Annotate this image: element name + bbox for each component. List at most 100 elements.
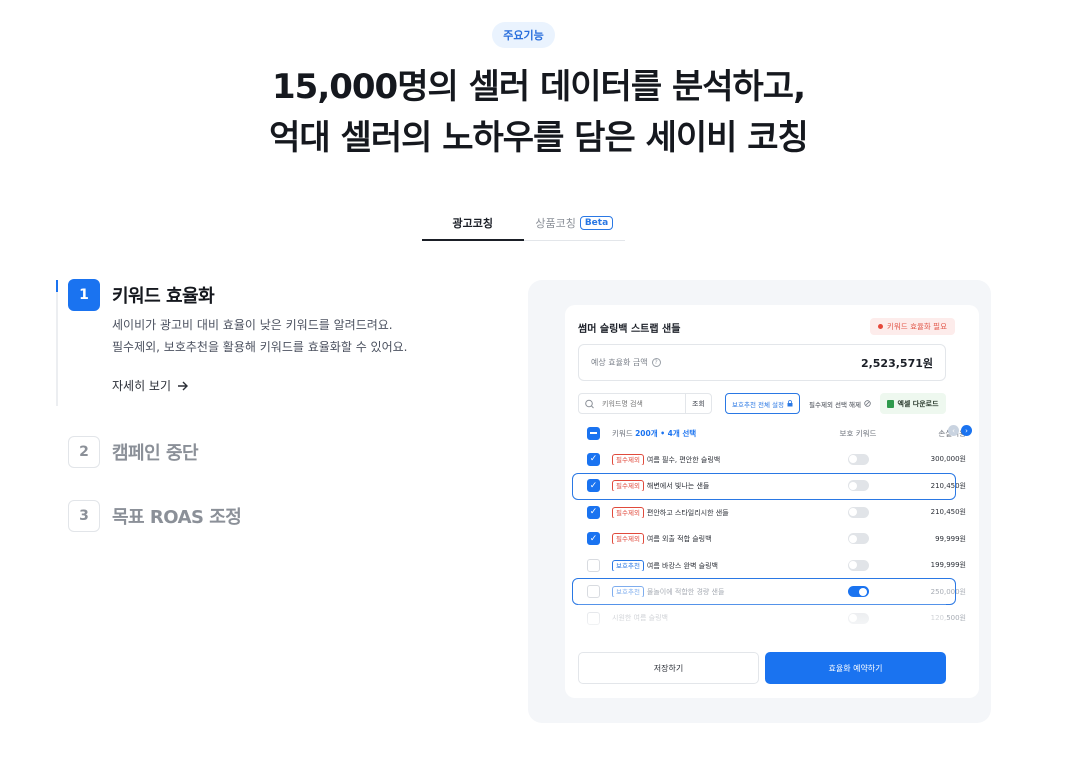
protect-toggle[interactable] bbox=[847, 612, 869, 624]
keyword-tag: 필수제외 bbox=[612, 453, 644, 465]
table-row[interactable]: ✓ 필수제외 여름 외출 적합 슬링백 99,999원 bbox=[578, 526, 966, 553]
coaching-tabs: 광고코칭 상품코칭 Beta bbox=[422, 205, 625, 241]
row-keyword: 보호추천 여름 바캉스 완벽 슬링백 bbox=[612, 559, 802, 571]
header-protect: 보호 키워드 bbox=[839, 428, 877, 438]
table-header: 키워드 200개 • 4개 선택 보호 키워드 손실비용 bbox=[578, 420, 966, 446]
row-checkbox[interactable]: ✓ bbox=[587, 532, 600, 546]
row-checkbox[interactable]: ✓ bbox=[587, 505, 600, 519]
search-button[interactable]: 조회 bbox=[685, 394, 711, 413]
lock-icon bbox=[787, 400, 793, 407]
reserve-optimization-button[interactable]: 효율화 예약하기 bbox=[765, 652, 946, 684]
select-all-checkbox[interactable] bbox=[587, 426, 600, 440]
protect-toggle-cell bbox=[802, 453, 914, 465]
step-3[interactable]: 3 목표 ROAS 조정 bbox=[68, 500, 242, 532]
page-headline: 15,000명의 셀러 데이터를 분석하고, 억대 셀러의 노하우를 담은 세이… bbox=[0, 62, 1077, 164]
cost-label: 예상 효율화 금액 ? bbox=[591, 357, 661, 368]
search-icon bbox=[585, 399, 594, 408]
beta-badge: Beta bbox=[579, 215, 614, 230]
excel-download-button[interactable]: 엑셀 다운로드 bbox=[880, 393, 946, 414]
row-amount: 210,450원 bbox=[930, 508, 966, 517]
keyword-text: 여름 외출 적합 슬링백 bbox=[646, 535, 712, 544]
see-more-link[interactable]: 자세히 보기 bbox=[112, 377, 189, 394]
row-keyword: 필수제외 편안하고 스타일리시한 샌들 bbox=[612, 506, 802, 518]
keyword-tag: 필수제외 bbox=[612, 506, 644, 518]
excel-download-label: 엑셀 다운로드 bbox=[897, 399, 939, 408]
step-1-description: 세이비가 광고비 대비 효율이 낮은 키워드를 알려드려요. 필수제외, 보호추… bbox=[112, 314, 407, 358]
table-row[interactable]: 보호추천 여름 바캉스 완벽 슬링백 199,999원 bbox=[578, 552, 966, 579]
row-amount: 199,999원 bbox=[930, 561, 966, 570]
reset-icon bbox=[864, 400, 871, 407]
keyword-text: 여름 필수, 편안한 슬링백 bbox=[646, 455, 721, 464]
table-row[interactable]: 시원한 여름 슬링백 120,500원 bbox=[578, 605, 966, 632]
estimated-savings-box: 예상 효율화 금액 ? 2,523,571원 bbox=[578, 344, 946, 381]
protect-toggle[interactable] bbox=[847, 533, 869, 545]
protect-toggle-cell bbox=[802, 559, 914, 571]
step-progress-line bbox=[56, 280, 58, 406]
protect-toggle[interactable] bbox=[847, 559, 869, 571]
table-row[interactable]: ✓ 필수제외 여름 필수, 편안한 슬링백 300,000원 bbox=[578, 446, 966, 473]
chevron-left-icon[interactable]: ‹ bbox=[948, 425, 959, 436]
table-row[interactable]: ✓ 필수제외 편안하고 스타일리시한 샌들 210,450원 bbox=[578, 499, 966, 526]
keyword-text: 편안하고 스타일리시한 샌들 bbox=[646, 508, 729, 517]
step-number: 1 bbox=[68, 279, 100, 311]
protect-all-button[interactable]: 보호추천 전체 설정 bbox=[725, 393, 800, 414]
keyword-search: 조회 bbox=[578, 393, 712, 414]
tab-ad-coaching[interactable]: 광고코칭 bbox=[422, 205, 524, 241]
row-keyword: 필수제외 여름 외출 적합 슬링백 bbox=[612, 533, 802, 545]
header-keyword-count: 200개 • 4개 선택 bbox=[635, 428, 697, 438]
product-title: 썸머 슬링백 스트랩 샌들 bbox=[578, 324, 681, 335]
step-title: 목표 ROAS 조정 bbox=[112, 507, 242, 528]
protect-toggle-cell bbox=[802, 533, 914, 545]
row-checkbox[interactable] bbox=[587, 611, 600, 625]
clear-must-exclude-label: 필수제외 선택 해제 bbox=[809, 400, 861, 409]
step-number: 2 bbox=[68, 436, 100, 468]
warning-dot-icon bbox=[878, 324, 883, 329]
excel-icon bbox=[887, 399, 895, 408]
save-button[interactable]: 저장하기 bbox=[578, 652, 759, 684]
protect-toggle[interactable] bbox=[847, 453, 869, 465]
warning-badge: 키워드 효율화 필요 bbox=[870, 318, 955, 335]
step-progress-indicator bbox=[56, 280, 58, 292]
clear-must-exclude-button[interactable]: 필수제외 선택 해제 bbox=[806, 393, 874, 414]
warning-label: 키워드 효율화 필요 bbox=[887, 322, 947, 331]
protect-toggle[interactable] bbox=[847, 506, 869, 518]
arrow-right-icon bbox=[178, 381, 189, 390]
row-keyword: 필수제외 여름 필수, 편안한 슬링백 bbox=[612, 453, 802, 465]
header-keyword-prefix: 키워드 bbox=[612, 428, 633, 438]
keyword-text: 시원한 여름 슬링백 bbox=[612, 614, 668, 623]
keyword-tag: 필수제외 bbox=[612, 533, 644, 545]
tab-ad-coaching-label: 광고코칭 bbox=[452, 216, 493, 230]
keyword-tag: 보호추천 bbox=[612, 559, 644, 571]
headline-line-2: 억대 셀러의 노하우를 담은 세이비 코칭 bbox=[269, 118, 809, 158]
step-title: 키워드 효율화 bbox=[112, 286, 215, 307]
search-input[interactable] bbox=[598, 399, 685, 408]
protect-all-label: 보호추천 전체 설정 bbox=[732, 400, 784, 409]
scroll-controls: ‹ › bbox=[948, 425, 972, 436]
protect-toggle-cell bbox=[802, 612, 914, 624]
row-checkbox[interactable]: ✓ bbox=[587, 452, 600, 466]
keyword-text: 여름 바캉스 완벽 슬링백 bbox=[646, 561, 718, 570]
step-description-line: 세이비가 광고비 대비 효율이 낮은 키워드를 알려드려요. bbox=[112, 318, 393, 332]
step-1[interactable]: 1 키워드 효율화 bbox=[68, 279, 215, 311]
cost-label-text: 예상 효율화 금액 bbox=[591, 358, 648, 367]
highlight-row-frame bbox=[572, 578, 956, 605]
tab-product-coaching-label: 상품코칭 bbox=[535, 216, 576, 230]
row-amount: 120,500원 bbox=[930, 614, 966, 623]
highlight-row-frame bbox=[572, 473, 956, 500]
step-description-line: 필수제외, 보호추천을 활용해 키워드를 효율화할 수 있어요. bbox=[112, 340, 408, 354]
row-checkbox[interactable] bbox=[587, 558, 600, 572]
row-amount: 300,000원 bbox=[930, 455, 966, 464]
help-icon[interactable]: ? bbox=[651, 358, 661, 367]
step-title: 캠페인 중단 bbox=[112, 443, 199, 464]
protect-toggle-cell bbox=[802, 506, 914, 518]
step-2[interactable]: 2 캠페인 중단 bbox=[68, 436, 199, 468]
cost-value: 2,523,571원 bbox=[860, 356, 933, 370]
row-keyword: 시원한 여름 슬링백 bbox=[612, 613, 802, 623]
step-number: 3 bbox=[68, 500, 100, 532]
chevron-right-icon[interactable]: › bbox=[961, 425, 972, 436]
see-more-label: 자세히 보기 bbox=[112, 379, 172, 393]
headline-line-1: 15,000명의 셀러 데이터를 분석하고, bbox=[272, 67, 806, 107]
header-keyword: 키워드 200개 • 4개 선택 bbox=[612, 428, 802, 439]
tab-product-coaching[interactable]: 상품코칭 Beta bbox=[524, 205, 626, 240]
feature-badge: 주요기능 bbox=[492, 22, 555, 48]
